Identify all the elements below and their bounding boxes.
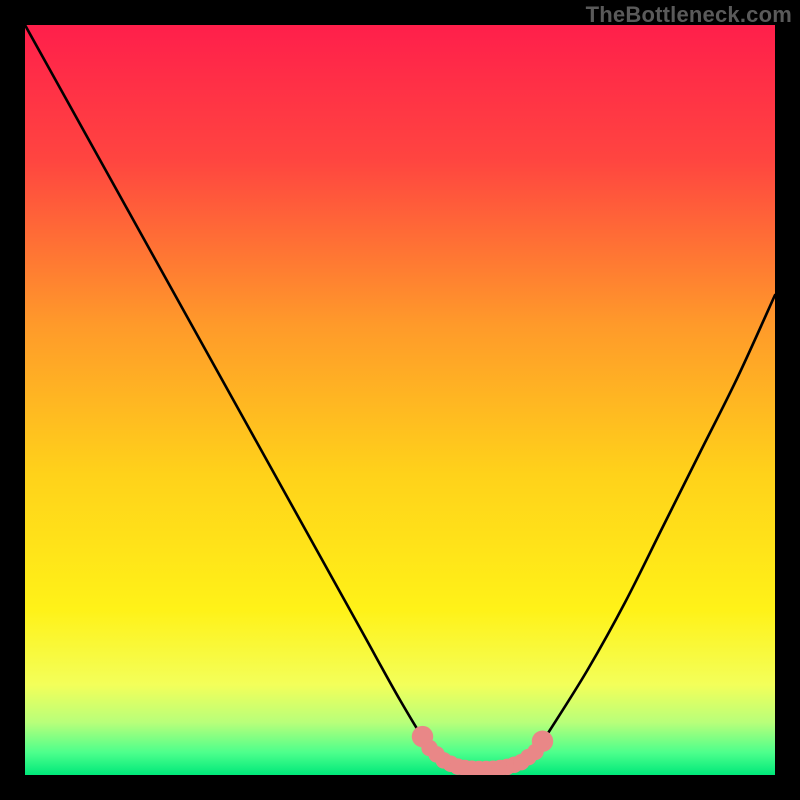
bottleneck-curve — [25, 25, 775, 769]
highlight-endpoint — [412, 726, 433, 747]
chart-plot-area — [25, 25, 775, 775]
chart-frame: TheBottleneck.com — [0, 0, 800, 800]
watermark-text: TheBottleneck.com — [586, 2, 792, 28]
highlight-endpoint — [532, 731, 553, 752]
chart-curve-layer — [25, 25, 775, 775]
highlight-dots — [412, 726, 553, 775]
